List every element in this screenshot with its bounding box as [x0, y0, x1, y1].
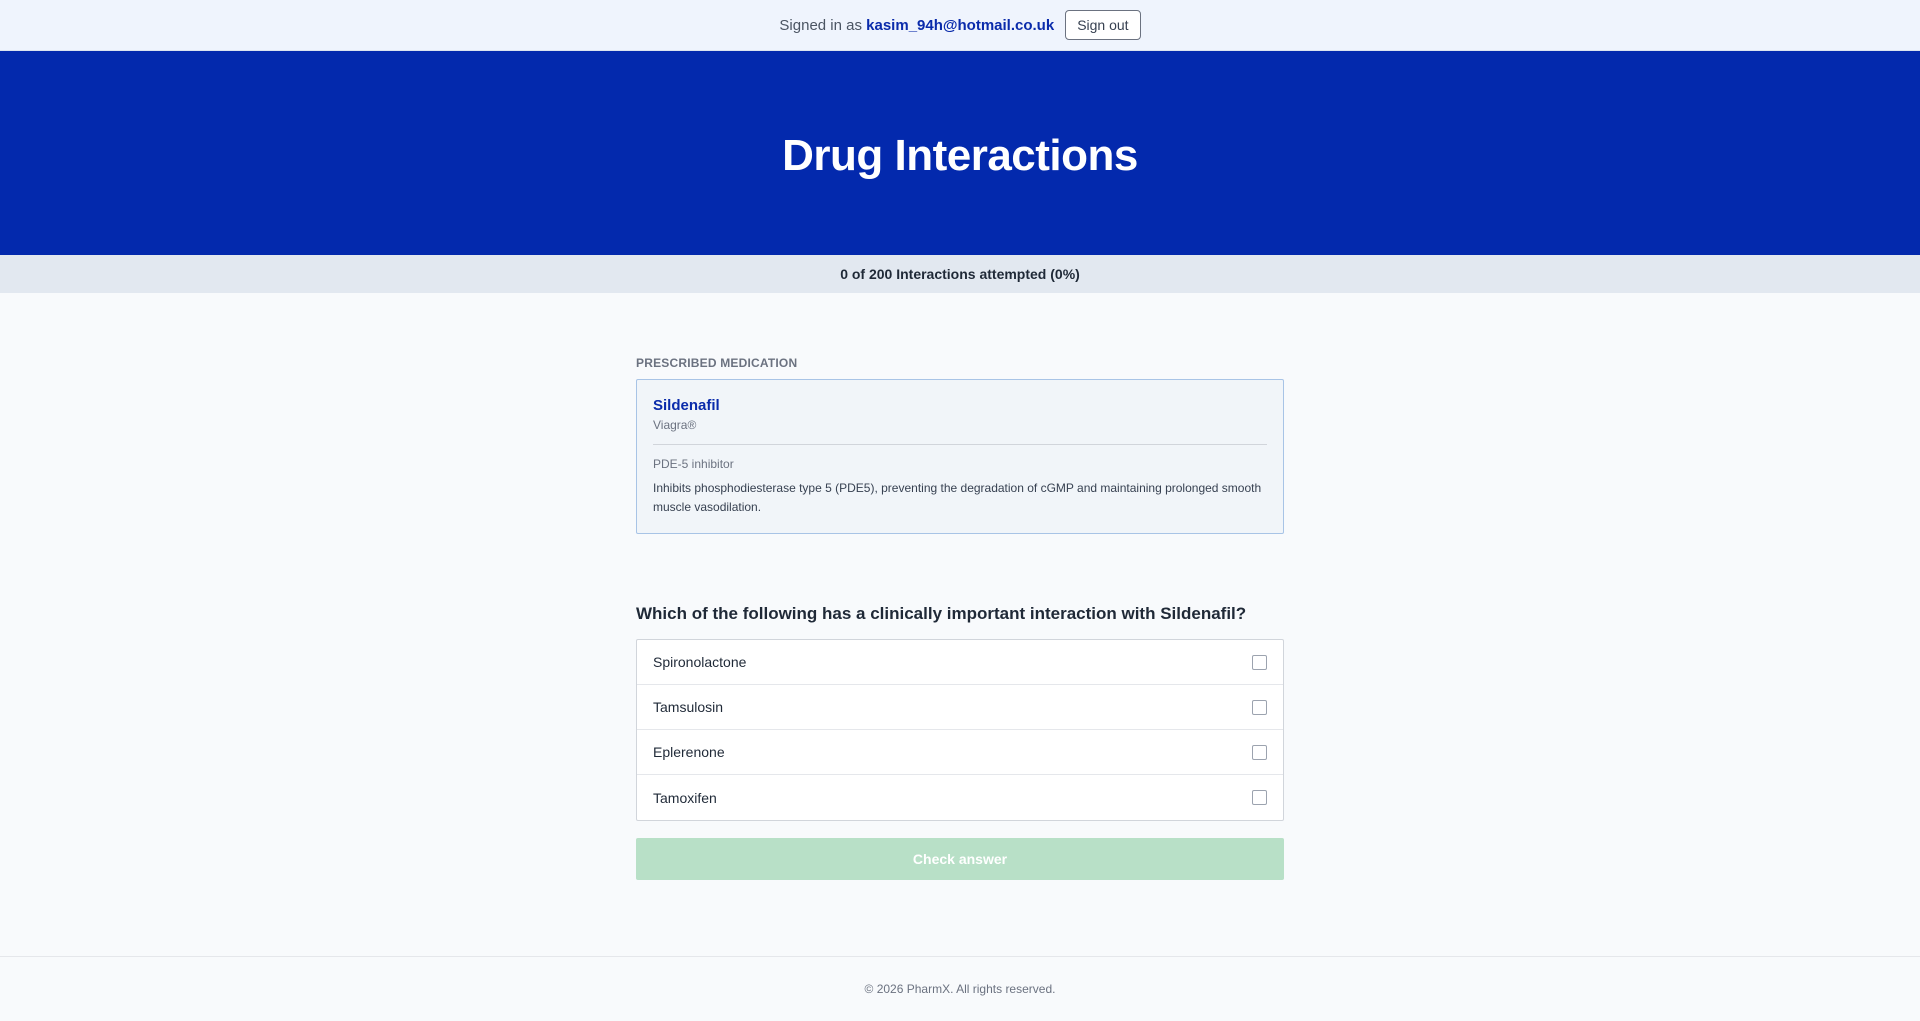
medication-name: Sildenafil — [653, 397, 720, 414]
hero-banner: Drug Interactions — [0, 51, 1920, 255]
copyright-text: © 2026 PharmX. All rights reserved. — [864, 982, 1056, 996]
medication-mechanism: Inhibits phosphodiesterase type 5 (PDE5)… — [653, 481, 1262, 514]
question-text: Which of the following has a clinically … — [636, 604, 1247, 623]
option-label: Spironolactone — [653, 654, 747, 670]
medication-card: Sildenafil Viagra® PDE-5 inhibitor Inhib… — [636, 379, 1284, 534]
option-checkbox[interactable] — [1252, 699, 1267, 715]
user-email: kasim_94h@hotmail.co.uk — [866, 16, 1055, 34]
option-checkbox[interactable] — [1252, 744, 1267, 760]
progress-status: 0 of 200 Interactions attempted (0%) — [0, 255, 1920, 293]
option-checkbox[interactable] — [1252, 654, 1267, 670]
option-checkbox[interactable] — [1252, 790, 1267, 805]
signed-in-label: Signed in as kasim_94h@hotmail.co.uk — [779, 17, 1054, 34]
option-tamoxifen[interactable]: Tamoxifen — [637, 775, 1283, 820]
option-label: Eplerenone — [653, 744, 725, 760]
footer: © 2026 PharmX. All rights reserved. — [0, 956, 1920, 1021]
sign-out-button[interactable]: Sign out — [1065, 10, 1141, 40]
medication-brand: Viagra® — [653, 418, 697, 432]
top-bar: Signed in as kasim_94h@hotmail.co.uk Sig… — [0, 0, 1920, 51]
check-answer-button[interactable]: Check answer — [636, 838, 1284, 880]
answer-options: Spironolactone Tamsulosin Eplerenone Tam… — [636, 639, 1284, 821]
page-title: Drug Interactions — [782, 131, 1138, 180]
section-label-prescribed: PRESCRIBED MEDICATION — [636, 356, 798, 370]
medication-class: PDE-5 inhibitor — [653, 457, 734, 471]
option-tamsulosin[interactable]: Tamsulosin — [637, 685, 1283, 730]
option-eplerenone[interactable]: Eplerenone — [637, 730, 1283, 775]
option-spironolactone[interactable]: Spironolactone — [637, 640, 1283, 685]
signed-in-prefix: Signed in as — [779, 16, 862, 34]
card-divider — [653, 444, 1267, 445]
progress-text: 0 of 200 Interactions attempted (0%) — [840, 266, 1080, 282]
main-content: PRESCRIBED MEDICATION Sildenafil Viagra®… — [636, 293, 1284, 880]
option-label: Tamoxifen — [653, 789, 717, 806]
option-label: Tamsulosin — [653, 699, 724, 715]
